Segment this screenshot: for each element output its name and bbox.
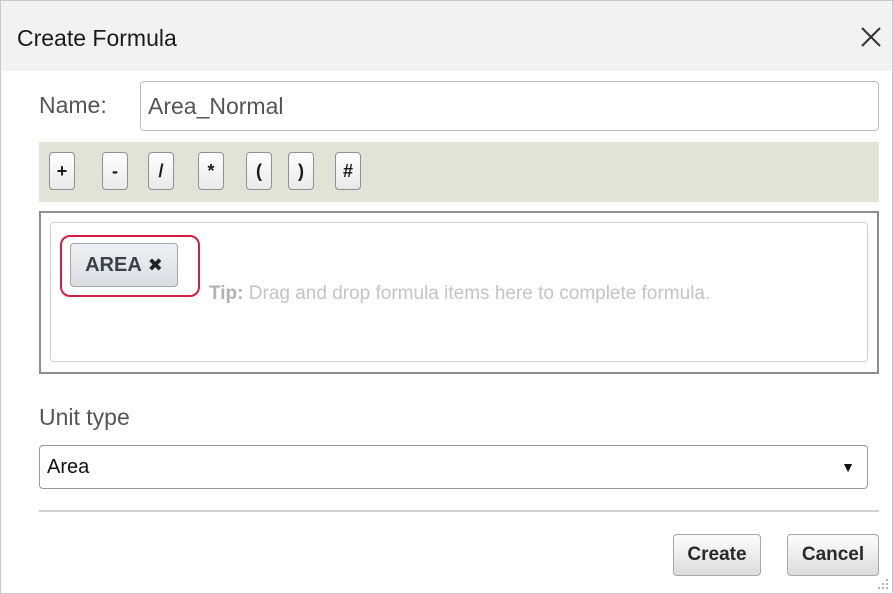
formula-chip-area[interactable]: AREA ✖	[70, 243, 178, 287]
operator-toolbar: + - / * ( ) #	[39, 142, 879, 202]
close-icon	[861, 27, 881, 47]
unit-type-value: Area	[47, 455, 90, 478]
x-icon[interactable]: ✖	[148, 255, 163, 276]
chip-highlight: AREA ✖	[60, 235, 200, 297]
operator-close-paren-button[interactable]: )	[288, 152, 314, 190]
unit-type-label: Unit type	[39, 404, 130, 430]
formula-tip: Tip: Drag and drop formula items here to…	[209, 283, 710, 305]
operator-minus-button[interactable]: -	[102, 152, 128, 190]
operator-number-button[interactable]: #	[335, 152, 361, 190]
operator-plus-button[interactable]: +	[49, 152, 75, 190]
operator-multiply-button[interactable]: *	[198, 152, 224, 190]
formula-editor[interactable]: AREA ✖ Tip: Drag and drop formula items …	[50, 222, 868, 362]
name-label: Name:	[39, 92, 107, 118]
dialog-title: Create Formula	[17, 25, 177, 51]
formula-drop-zone[interactable]: AREA ✖ Tip: Drag and drop formula items …	[39, 211, 879, 374]
name-input[interactable]	[140, 81, 879, 131]
dialog-titlebar: Create Formula	[1, 1, 892, 71]
caret-down-icon: ▼	[841, 459, 855, 475]
footer-divider	[39, 510, 879, 512]
tip-text: Drag and drop formula items here to comp…	[248, 283, 711, 304]
tip-prefix: Tip:	[209, 283, 244, 304]
operator-divide-button[interactable]: /	[148, 152, 174, 190]
unit-type-select[interactable]: Area ▼	[39, 445, 868, 489]
create-button[interactable]: Create	[673, 534, 761, 576]
create-formula-dialog: Create Formula Name: + - / * ( ) # AREA …	[0, 0, 893, 594]
chip-label: AREA	[85, 253, 142, 276]
cancel-button[interactable]: Cancel	[787, 534, 879, 576]
operator-open-paren-button[interactable]: (	[246, 152, 272, 190]
close-button[interactable]	[853, 19, 889, 55]
resize-grip-icon[interactable]	[874, 575, 890, 591]
